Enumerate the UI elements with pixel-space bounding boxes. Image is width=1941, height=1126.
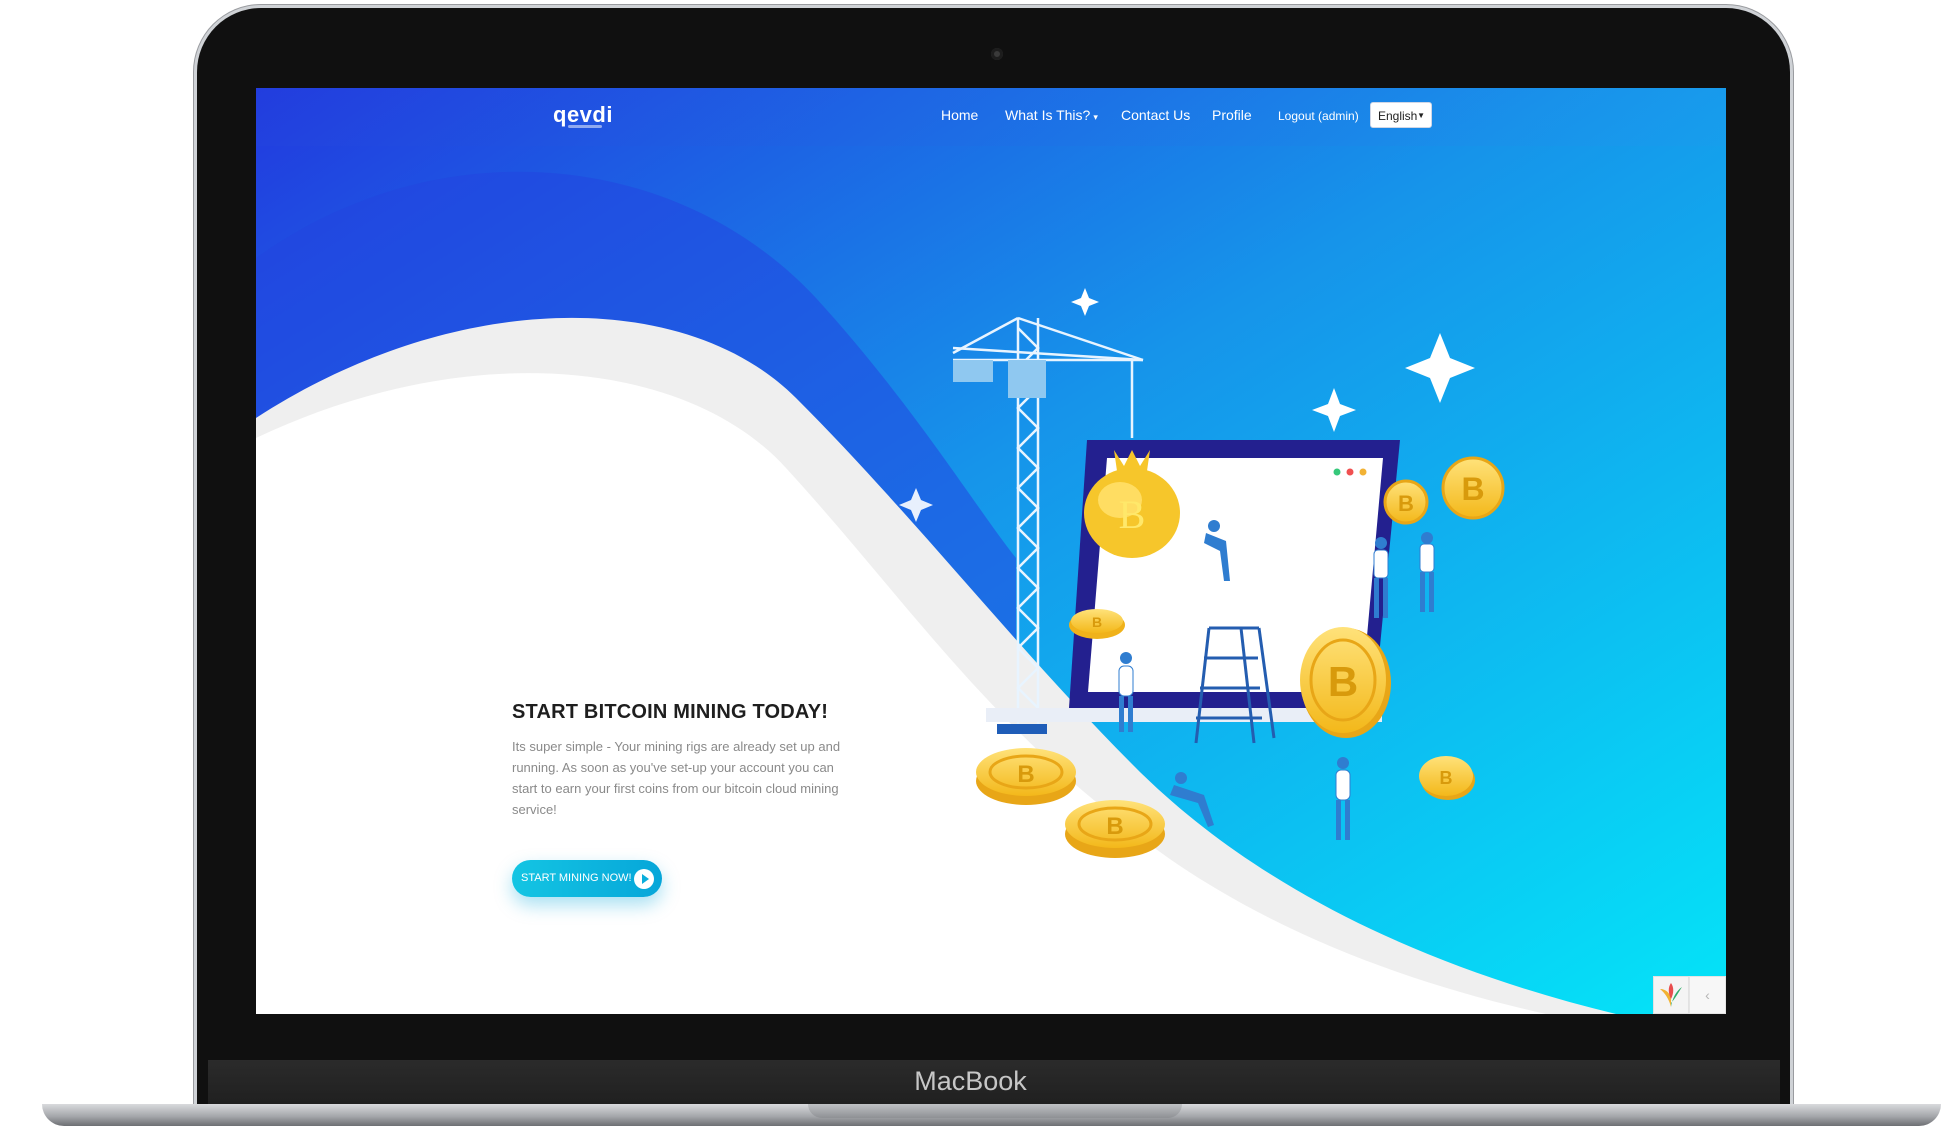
caret-down-icon: ▾ [1093, 112, 1098, 122]
hero-title: START BITCOIN MINING TODAY! [512, 701, 829, 723]
language-selected: English [1378, 109, 1418, 123]
svg-text:B: B [1398, 491, 1414, 516]
svg-text:B: B [1328, 658, 1358, 705]
navbar: qevdi Home What Is This? ▾ Contact Us Pro… [256, 88, 1726, 146]
svg-text:B: B [1461, 471, 1484, 507]
laptop-notch [808, 1104, 1182, 1118]
nav-profile[interactable]: Profile [1212, 107, 1252, 123]
nav-what-is-this-label: What Is This? [1005, 107, 1091, 123]
language-select[interactable]: English ▼ [1370, 102, 1432, 128]
svg-text:B: B [1440, 768, 1453, 788]
leaf-logo-icon [1660, 983, 1682, 1007]
nav-what-is-this[interactable]: What Is This? ▾ [1005, 107, 1098, 123]
start-mining-label: START MINING NOW! [521, 872, 632, 884]
support-widget[interactable] [1653, 976, 1689, 1014]
nav-home[interactable]: Home [941, 107, 978, 123]
svg-text:B: B [1017, 761, 1034, 788]
select-arrow-icon: ▼ [1417, 111, 1425, 120]
svg-text:B: B [1106, 813, 1123, 840]
hero-illustration: B B B B B B B B [256, 88, 1726, 1014]
logo-tagline [568, 125, 602, 128]
nav-logout[interactable]: Logout (admin) [1278, 109, 1359, 123]
nav-contact-us[interactable]: Contact Us [1121, 107, 1190, 123]
hero-description: Its super simple - Your mining rigs are … [512, 739, 841, 817]
start-mining-button[interactable]: START MINING NOW! [512, 860, 662, 897]
device-brand: MacBook [914, 1066, 1027, 1096]
website-screen: B B B B B B B B qevdi Home What Is This?… [256, 88, 1726, 1014]
chevron-left-icon[interactable]: ‹ [1689, 976, 1726, 1014]
svg-text:B: B [1119, 492, 1146, 537]
webcam [991, 48, 1003, 60]
svg-text:B: B [1092, 614, 1102, 630]
play-icon [634, 869, 654, 889]
